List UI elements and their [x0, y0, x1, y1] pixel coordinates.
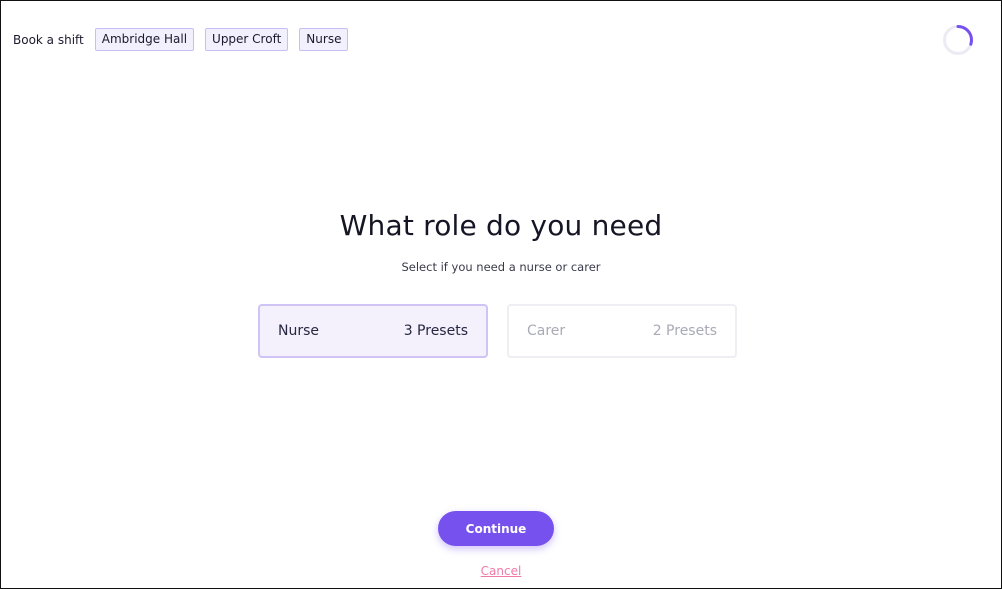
page-title: What role do you need	[339, 209, 663, 242]
cancel-link[interactable]: Cancel	[1, 564, 1001, 578]
page-subtitle: Select if you need a nurse or carer	[401, 260, 601, 274]
breadcrumb-chip-unit[interactable]: Upper Croft	[205, 28, 289, 51]
role-option-nurse[interactable]: Nurse 3 Presets	[258, 304, 488, 358]
role-option-presets: 2 Presets	[652, 323, 717, 339]
role-option-presets: 3 Presets	[403, 323, 468, 339]
breadcrumb: Book a shift Ambridge Hall Upper Croft N…	[13, 28, 349, 51]
role-option-label: Nurse	[278, 323, 320, 339]
breadcrumb-chip-role[interactable]: Nurse	[299, 28, 349, 51]
book-shift-window: Book a shift Ambridge Hall Upper Croft N…	[0, 0, 1002, 589]
role-option-carer[interactable]: Carer 2 Presets	[507, 304, 737, 358]
continue-button[interactable]: Continue	[438, 511, 554, 546]
breadcrumb-chip-location[interactable]: Ambridge Hall	[94, 28, 195, 51]
role-option-label: Carer	[527, 323, 566, 339]
progress-ring-icon	[942, 24, 974, 56]
breadcrumb-lead: Book a shift	[13, 32, 84, 47]
